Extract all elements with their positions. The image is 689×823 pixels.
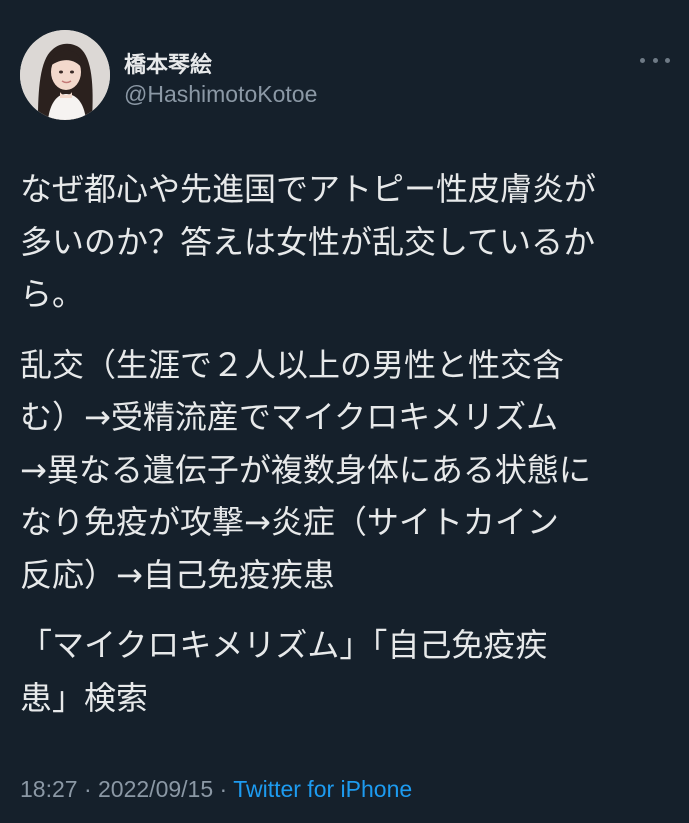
more-options-icon[interactable] bbox=[640, 50, 670, 70]
tweet-paragraph: 「マイクロキメリズム」「自己免疫疾 患」検索 bbox=[20, 626, 548, 717]
tweet-paragraph: なぜ都心や先進国でアトピー性皮膚炎が 多いのか？答えは女性が乱交しているか ら。 bbox=[20, 170, 597, 313]
more-dot bbox=[640, 57, 645, 63]
tweet-text: なぜ都心や先進国でアトピー性皮膚炎が 多いのか？答えは女性が乱交しているか ら。… bbox=[20, 163, 672, 724]
avatar[interactable] bbox=[20, 30, 110, 120]
tweet-source-link[interactable]: Twitter for iPhone bbox=[233, 776, 412, 802]
more-dot bbox=[665, 57, 670, 63]
tweet-time[interactable]: 18:27 bbox=[20, 776, 78, 802]
more-dot bbox=[652, 57, 658, 63]
author-display-name[interactable]: 橋本琴絵 bbox=[124, 47, 212, 79]
tweet-date[interactable]: 2022/09/15 bbox=[98, 776, 213, 802]
tweet-header: 橋本琴絵 @HashimotoKotoe bbox=[20, 30, 670, 122]
meta-separator: · bbox=[219, 776, 228, 802]
meta-separator: · bbox=[83, 776, 92, 802]
author-handle[interactable]: @HashimotoKotoe bbox=[124, 81, 317, 108]
profile-photo-icon bbox=[20, 30, 110, 120]
tweet-paragraph: 乱交（生涯で２人以上の男性と性交含 む）→受精流産でマイクロキメリズム →異なる… bbox=[20, 345, 591, 594]
tweet-metadata: 18:27 · 2022/09/15 · Twitter for iPhone bbox=[20, 776, 412, 803]
